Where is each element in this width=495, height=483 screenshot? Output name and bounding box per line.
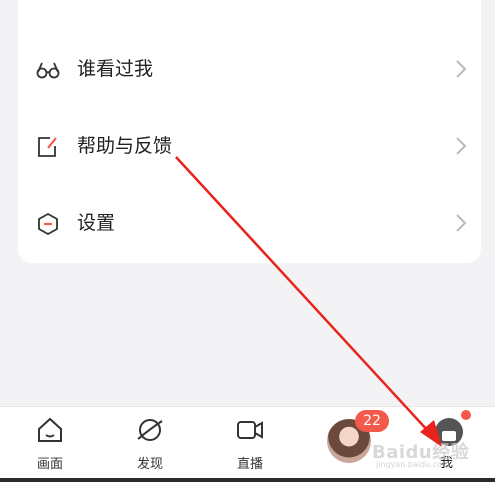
menu-item-label: 谁看过我 — [77, 58, 154, 80]
tab-label: 直播 — [236, 457, 263, 472]
tab-live[interactable]: 直播 — [202, 407, 298, 483]
tab-discover[interactable]: 发现 — [102, 407, 198, 483]
tab-label: 画面 — [36, 457, 63, 472]
menu-item-who-viewed-me[interactable]: 谁看过我 — [18, 40, 481, 100]
menu-card: 谁看过我 帮助与反馈 设置 — [18, 0, 481, 263]
planet-icon — [137, 419, 163, 441]
notification-badge: 22 — [355, 410, 389, 432]
unread-dot — [461, 410, 471, 420]
menu-item-label: 设置 — [77, 212, 116, 234]
chevron-right-icon — [456, 137, 467, 155]
chevron-right-icon — [456, 214, 467, 232]
hexagon-settings-icon — [38, 212, 58, 236]
video-camera-icon — [237, 421, 263, 439]
menu-item-settings[interactable]: 设置 — [18, 194, 481, 254]
menu-item-label: 帮助与反馈 — [77, 135, 173, 157]
glasses-icon — [36, 62, 60, 79]
tab-label: 发现 — [136, 457, 163, 472]
menu-item-help-feedback[interactable]: 帮助与反馈 — [18, 117, 481, 177]
home-icon — [38, 417, 62, 442]
chevron-right-icon — [456, 60, 467, 78]
tab-home[interactable]: 画面 — [2, 407, 98, 483]
edit-note-icon — [38, 137, 57, 157]
watermark-url: jingyan.baidu.com — [376, 460, 450, 469]
bottom-edge — [0, 478, 495, 482]
